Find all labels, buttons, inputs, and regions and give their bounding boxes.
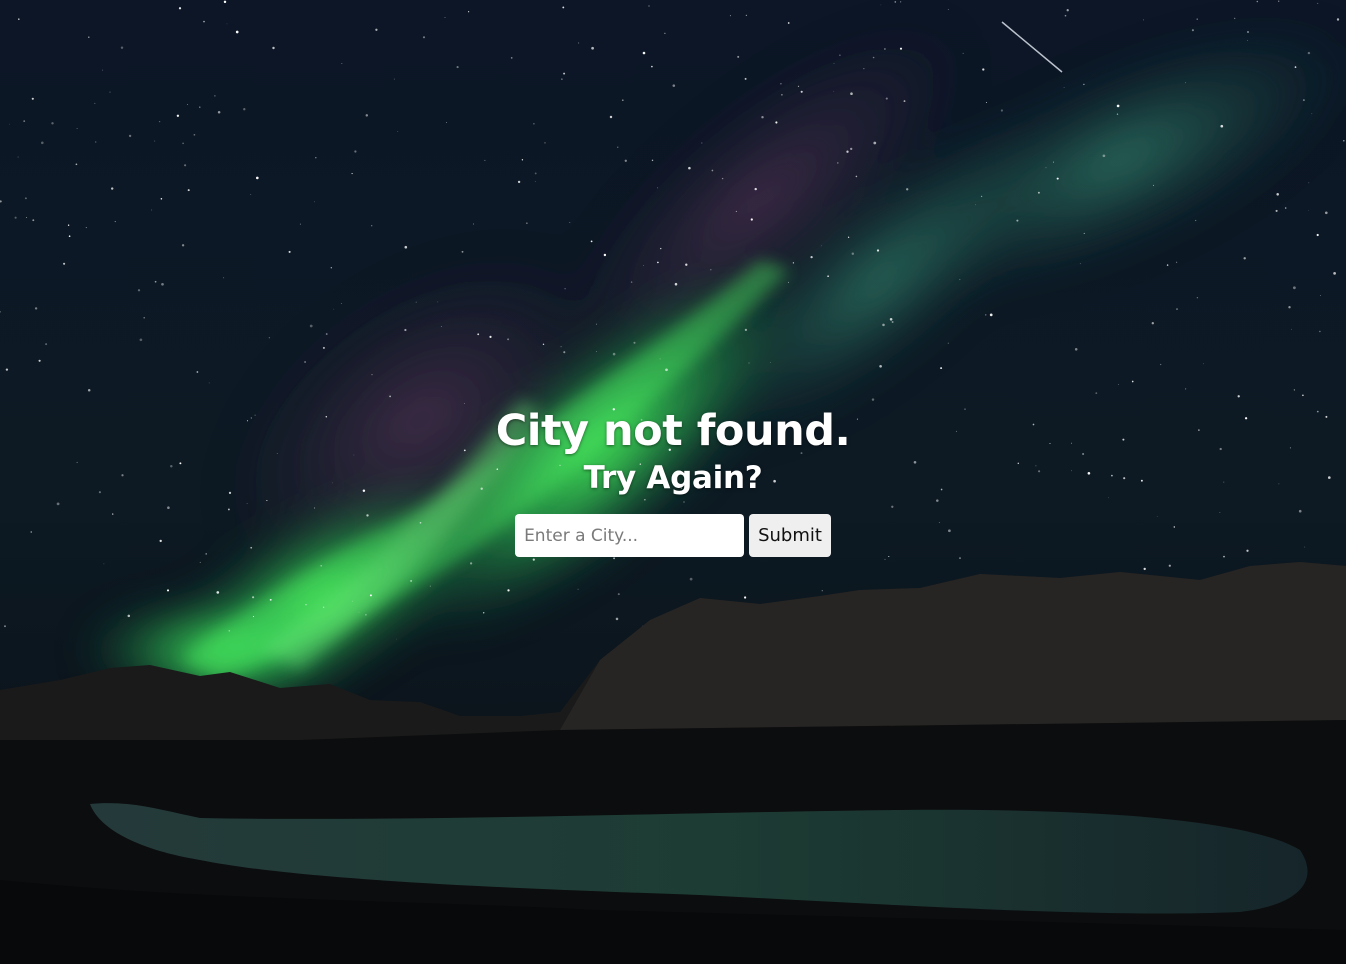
error-title: City not found. [495, 406, 851, 456]
submit-button[interactable]: Submit [749, 514, 831, 557]
city-not-found-panel: City not found. Try Again? Submit [0, 404, 1346, 557]
city-search-form: Submit [0, 514, 1346, 557]
error-subtitle: Try Again? [583, 460, 763, 496]
city-input[interactable] [515, 514, 745, 557]
